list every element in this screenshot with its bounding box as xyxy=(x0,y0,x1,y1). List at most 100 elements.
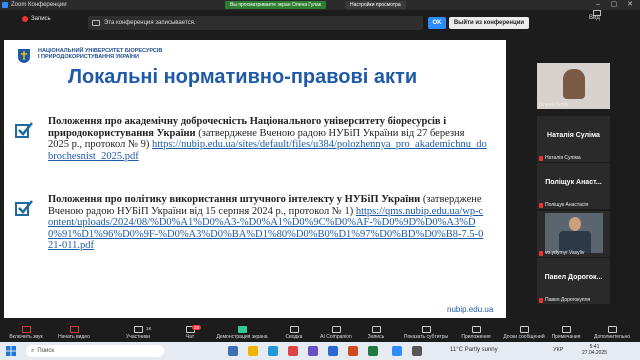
participant-tile[interactable]: Поліщук Анаст... Поліщук Анастасія xyxy=(537,163,610,209)
taskbar-search-box[interactable]: ⌕ Поиск xyxy=(26,345,164,357)
recording-label: Запись xyxy=(31,16,51,22)
participant-caption: Олена Гулак xyxy=(539,102,568,108)
participant-tile[interactable]: Наталія Суліма Наталія Суліма xyxy=(537,116,610,162)
share-screen-label: Демонстрация экрана xyxy=(216,334,268,340)
app-icon[interactable] xyxy=(412,346,422,356)
participant-caption: Павел Дорогокупля xyxy=(539,297,590,303)
participant-tile[interactable]: Олена Гулак xyxy=(537,63,610,109)
recording-indicator[interactable]: Запись xyxy=(22,16,51,22)
notes-button[interactable]: Примечания xyxy=(540,324,592,340)
share-screen-icon xyxy=(237,326,247,333)
language-indicator[interactable]: УКР xyxy=(553,347,563,353)
document-item-2: Положення про політику використання штуч… xyxy=(48,194,488,252)
document-item-1: Положення про академічну доброчесність Н… xyxy=(48,116,488,162)
view-label[interactable]: Вид xyxy=(589,15,600,21)
zoom-app-icon xyxy=(2,2,8,8)
zoom-window: Zoom Конференции Вы просматриваете экран… xyxy=(0,0,640,360)
share-screen-button[interactable]: Демонстрация экрана xyxy=(212,324,272,340)
more-icon xyxy=(607,326,617,333)
word-icon[interactable] xyxy=(328,346,338,356)
weather-widget[interactable]: 11°C Partly sunny xyxy=(450,347,498,353)
zoom-taskbar-icon[interactable] xyxy=(392,346,402,356)
summary-label: Сводка xyxy=(285,334,303,340)
unmute-label: Включить звук xyxy=(9,334,43,340)
ai-companion-icon xyxy=(331,326,341,333)
system-clock[interactable]: 5:41 27.04.2025 xyxy=(582,344,607,356)
slide-title: Локальні нормативно-правові акти xyxy=(68,66,418,88)
mic-muted-icon xyxy=(539,297,543,303)
participant-caption-name: Павел Дорогокупля xyxy=(545,297,591,303)
excel-icon[interactable] xyxy=(368,346,378,356)
viewing-share-pill[interactable]: Вы просматриваете экран Олена Гулак xyxy=(225,1,327,9)
participants-count: 1K xyxy=(146,326,152,331)
participant-name: Наталія Суліма xyxy=(547,132,600,139)
close-icon[interactable]: ✕ xyxy=(622,0,638,10)
document-2-title: Положення про політику використання штуч… xyxy=(48,194,421,205)
more-label: Дополнительно xyxy=(594,334,630,340)
windows-start-icon[interactable] xyxy=(6,346,16,356)
meeting-controls-bar: Включить звук Начать видео Участники 1K … xyxy=(0,324,640,342)
participant-tile[interactable]: vo.ydymyr.Vasyliv xyxy=(537,211,610,257)
powerpoint-icon[interactable] xyxy=(348,346,358,356)
recording-notice-text: Эта конференция записывается. xyxy=(104,20,196,26)
whiteboards-icon xyxy=(519,326,529,333)
more-button[interactable]: Дополнительно xyxy=(586,324,638,340)
participant-video-feed xyxy=(545,213,603,253)
store-icon[interactable] xyxy=(308,346,318,356)
recording-notice-icon xyxy=(92,20,100,26)
taskbar-search-placeholder: Поиск xyxy=(37,348,55,354)
video-off-icon xyxy=(69,326,79,333)
university-name: НАЦІОНАЛЬНИЙ УНІВЕРСИТЕТ БІОРЕСУРСІВ І П… xyxy=(38,48,162,60)
mic-muted-icon xyxy=(539,202,543,208)
chrome-icon[interactable] xyxy=(288,346,298,356)
university-logo-icon xyxy=(18,49,30,63)
participant-name: Поліщук Анаст... xyxy=(545,179,602,186)
apps-label: Приложения xyxy=(461,334,491,340)
minimize-icon[interactable]: – xyxy=(590,0,606,10)
leave-meeting-button[interactable]: Выйти из конференции xyxy=(449,17,529,29)
university-name-line2: І ПРИРОДОКОРИСТУВАННЯ УКРАЇНИ xyxy=(38,54,139,60)
participant-caption-name: Поліщук Анастасія xyxy=(545,202,589,208)
whiteboards-label: Доски сообщений xyxy=(503,334,545,340)
participant-caption-name: Наталія Суліма xyxy=(545,155,581,161)
notes-icon xyxy=(561,326,571,333)
record-label: Запись xyxy=(367,334,385,340)
summary-icon xyxy=(289,326,299,333)
captions-icon xyxy=(421,326,431,333)
participant-tile[interactable]: Павел Дорогок... Павел Дорогокупля xyxy=(537,258,610,304)
edge-icon[interactable] xyxy=(268,346,278,356)
participants-button[interactable]: Участники xyxy=(112,324,164,340)
notes-label: Примечания xyxy=(551,334,581,340)
maximize-icon[interactable]: ▢ xyxy=(606,0,622,10)
start-video-button[interactable]: Начать видео xyxy=(48,324,100,340)
checkbox-check-icon xyxy=(15,122,33,138)
chat-unread-badge: 28 xyxy=(192,325,202,330)
show-captions-label: Показать субтитры xyxy=(403,334,449,340)
participants-video-panel: Олена Гулак Наталія Суліма Наталія Сулім… xyxy=(535,36,640,324)
clock-date: 27.04.2025 xyxy=(582,350,608,356)
start-video-label: Начать видео xyxy=(58,334,90,340)
recording-dot-icon xyxy=(22,16,28,22)
presentation-slide: НАЦІОНАЛЬНИЙ УНІВЕРСИТЕТ БІОРЕСУРСІВ І П… xyxy=(4,40,506,318)
search-icon: ⌕ xyxy=(31,347,35,354)
participant-face xyxy=(569,217,581,231)
task-view-icon[interactable] xyxy=(228,346,238,356)
unmute-button[interactable]: Включить звук xyxy=(0,324,52,340)
show-captions-button[interactable]: Показать субтитры xyxy=(396,324,456,340)
participant-caption: Наталія Суліма xyxy=(539,155,581,161)
chat-label: Чат xyxy=(185,334,195,340)
window-title: Zoom Конференции xyxy=(11,2,67,8)
windows-taskbar: ⌕ Поиск 11°C Partly sunny УКР 5:41 27.04… xyxy=(0,342,640,360)
mic-off-icon xyxy=(21,326,31,333)
record-button[interactable]: Запись xyxy=(350,324,402,340)
shared-screen: НАЦІОНАЛЬНИЙ УНІВЕРСИТЕТ БІОРЕСУРСІВ І П… xyxy=(0,36,535,324)
participant-name: Павел Дорогок... xyxy=(544,274,603,281)
ok-button[interactable]: OK xyxy=(428,17,446,29)
chat-button[interactable]: Чат xyxy=(164,324,216,340)
apps-icon xyxy=(471,326,481,333)
view-options-button[interactable]: Настройки просмотра xyxy=(345,1,406,9)
participant-caption: Поліщук Анастасія xyxy=(539,202,588,208)
mic-muted-icon xyxy=(539,155,543,161)
slide-footer-url: nubip.edu.ua xyxy=(447,305,494,314)
file-explorer-icon[interactable] xyxy=(248,346,258,356)
